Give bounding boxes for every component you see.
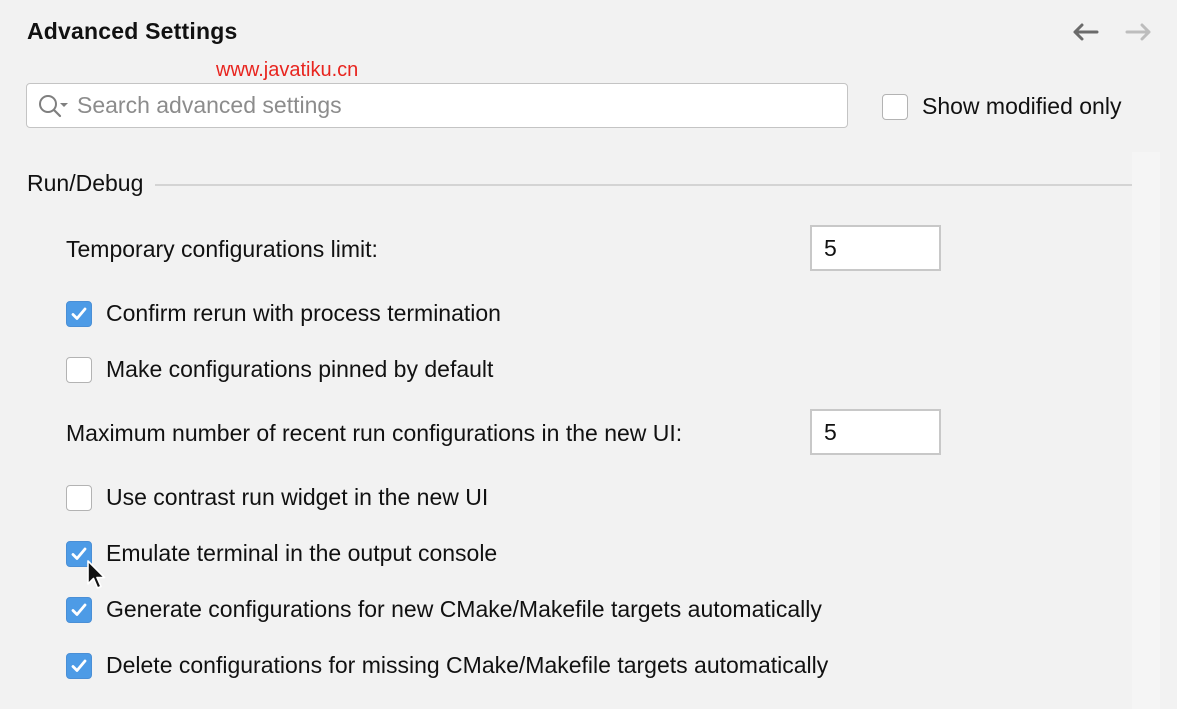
- setting-label: Generate configurations for new CMake/Ma…: [106, 596, 822, 622]
- setting-label: Use contrast run widget in the new UI: [106, 484, 489, 510]
- generate-cmake-configurations-checkbox[interactable]: [66, 596, 92, 623]
- show-modified-toggle[interactable]: Show modified only: [882, 93, 1121, 120]
- setting-label: Emulate terminal in the output console: [106, 540, 498, 566]
- arrow-right-icon: [1125, 23, 1151, 41]
- setting-label: Temporary configurations limit:: [66, 236, 378, 262]
- checkmark-icon: [71, 659, 87, 672]
- setting-label: Confirm rerun with process termination: [106, 300, 501, 326]
- group-divider: [155, 183, 1132, 186]
- page-title: Advanced Settings: [27, 18, 238, 44]
- mouse-pointer-icon: [87, 560, 106, 589]
- setting-contrast-run-widget[interactable]: Use contrast run widget in the new UI: [66, 484, 488, 511]
- search-icon[interactable]: [37, 93, 73, 119]
- scrollbar-track[interactable]: [1132, 152, 1160, 709]
- back-button[interactable]: [1070, 18, 1100, 46]
- max-recent-run-configurations-input[interactable]: [810, 409, 941, 455]
- group-header-run-debug: Run/Debug: [27, 170, 1132, 197]
- show-modified-label: Show modified only: [922, 93, 1122, 119]
- setting-emulate-terminal[interactable]: Emulate terminal in the output console: [66, 540, 497, 567]
- arrow-left-icon: [1073, 23, 1099, 41]
- contrast-run-widget-checkbox[interactable]: [66, 484, 92, 511]
- confirm-rerun-checkbox[interactable]: [66, 300, 92, 327]
- setting-label: Make configurations pinned by default: [106, 356, 494, 382]
- pinned-by-default-checkbox[interactable]: [66, 356, 92, 383]
- setting-label: Delete configurations for missing CMake/…: [106, 652, 829, 678]
- setting-label: Maximum number of recent run configurati…: [66, 420, 683, 446]
- checkmark-icon: [71, 603, 87, 616]
- delete-cmake-configurations-checkbox[interactable]: [66, 652, 92, 679]
- search-input[interactable]: [75, 91, 779, 120]
- checkmark-icon: [71, 307, 87, 320]
- search-field[interactable]: [26, 83, 848, 128]
- watermark-text: www.javatiku.cn: [216, 59, 359, 81]
- setting-max-recent-run-configurations: Maximum number of recent run configurati…: [66, 420, 682, 447]
- setting-delete-cmake-configurations[interactable]: Delete configurations for missing CMake/…: [66, 652, 828, 679]
- temporary-configurations-limit-input[interactable]: [810, 225, 941, 271]
- show-modified-checkbox[interactable]: [882, 93, 908, 120]
- setting-confirm-rerun[interactable]: Confirm rerun with process termination: [66, 300, 501, 327]
- setting-generate-cmake-configurations[interactable]: Generate configurations for new CMake/Ma…: [66, 596, 822, 623]
- setting-pinned-by-default[interactable]: Make configurations pinned by default: [66, 356, 493, 383]
- forward-button[interactable]: [1124, 18, 1154, 46]
- group-title: Run/Debug: [27, 170, 144, 196]
- setting-temporary-configurations-limit: Temporary configurations limit:: [66, 236, 378, 263]
